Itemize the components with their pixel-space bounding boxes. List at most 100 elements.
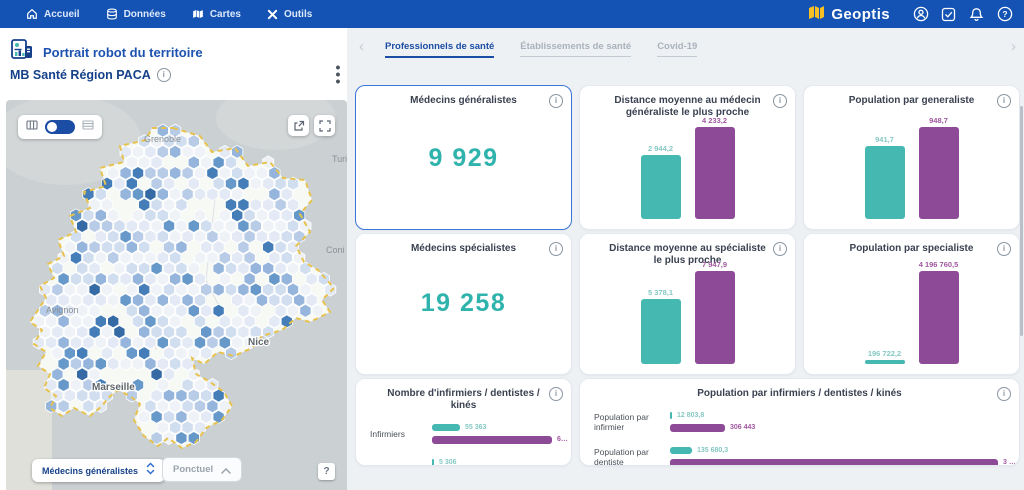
tab-professionnels-de-sante[interactable]: Professionnels de santé (385, 41, 495, 58)
top-navbar: Accueil Données Cartes Outils Geoptis ? (0, 0, 1024, 28)
map-canvas[interactable]: Grenoble Avignon Marseille Nice Turin Coni Mé… (6, 100, 347, 490)
kebab-menu-icon[interactable]: • • • (331, 60, 345, 88)
bar-teal: 196 722,2 (864, 349, 905, 364)
nav-item-accueil[interactable]: Accueil (26, 8, 80, 20)
hbar-teal (432, 424, 460, 431)
indicator-value: 9 929 (428, 144, 499, 172)
info-icon[interactable]: i (549, 387, 563, 401)
hbar-row: Infirmiers 55 363 674 633 (370, 424, 571, 444)
portrait-robot-icon (10, 38, 34, 67)
map-city-label: Turin (332, 154, 347, 164)
map-city-label: Avignon (46, 305, 78, 315)
map-city-label: Grenoble (144, 134, 181, 144)
card-title: Population par infirmiers / dentistes / … (697, 388, 902, 399)
info-icon[interactable]: i (549, 242, 563, 256)
tabs-next-chevron-icon[interactable]: › (1011, 39, 1016, 54)
map-subtitle: MB Santé Région PACA (10, 68, 151, 82)
map-view-toggle[interactable] (45, 120, 75, 134)
map-city-label: Nice (248, 337, 270, 348)
hbar-purple (670, 423, 725, 432)
chevron-up-icon (221, 461, 231, 479)
info-icon[interactable]: i (773, 242, 787, 256)
tasks-icon[interactable] (940, 6, 957, 23)
tab-covid-19[interactable]: Covid-19 (657, 41, 698, 57)
card-title: Médecins généralistes (410, 95, 517, 106)
card-title: Population par specialiste (849, 243, 974, 254)
bar-purple: 948,7 (918, 116, 959, 219)
card-medecins-specialistes[interactable]: Médecins spécialistes i 19 258 (355, 233, 572, 375)
bar-chart: 196 722,2 4 196 760,5 (804, 260, 1019, 364)
card-population-specialiste[interactable]: Population par specialiste i 196 722,2 4… (803, 233, 1020, 375)
bar-purple: 7 947,9 (694, 260, 735, 364)
map-icon (192, 8, 204, 20)
card-title: Nombre d'infirmiers / dentistes / kinés (387, 388, 540, 411)
fullscreen-button[interactable] (314, 115, 335, 136)
hbar-teal (432, 459, 434, 465)
card-distance-specialiste[interactable]: Distance moyenne au spécialiste le plus … (579, 233, 796, 375)
dashboard-panel: ‹ Professionnels de santé Établissements… (347, 28, 1024, 490)
bar-teal: 941,7 (864, 135, 905, 219)
hbar-row: Population par infirmier 12 803,8 306 44… (594, 411, 756, 432)
nav-item-outils[interactable]: Outils (267, 9, 312, 20)
mode-selector[interactable]: Ponctuel (162, 457, 243, 482)
info-icon[interactable]: i (549, 94, 563, 108)
rows-icon[interactable] (82, 118, 94, 136)
bar-chart: 5 378,1 7 947,9 (580, 260, 795, 364)
bell-icon[interactable] (968, 6, 985, 23)
nav-item-label: Accueil (44, 8, 80, 20)
card-population-generaliste[interactable]: Population par generaliste i 941,7 948,7 (803, 85, 1020, 230)
info-icon[interactable]: i (773, 94, 787, 108)
hbar-teal (670, 412, 672, 419)
tabs-prev-chevron-icon[interactable]: ‹ (359, 39, 364, 54)
bar-purple: 4 196 760,5 (918, 260, 959, 364)
info-icon[interactable]: i (156, 68, 171, 82)
home-icon (26, 8, 38, 20)
card-population-infirmiers-dentistes-kines[interactable]: Population par infirmiers / dentistes / … (579, 378, 1020, 466)
tools-icon (267, 9, 278, 20)
bar-teal: 2 944,2 (640, 144, 681, 219)
nav-item-label: Cartes (209, 8, 241, 20)
bar-chart: 941,7 948,7 (804, 116, 1019, 219)
card-title: Médecins spécialistes (410, 243, 517, 254)
columns-icon[interactable] (26, 118, 38, 136)
card-nombre-infirmiers-dentistes-kines[interactable]: Nombre d'infirmiers / dentistes / kinés … (355, 378, 572, 466)
scrollbar-thumb[interactable] (1020, 106, 1023, 336)
share-map-button[interactable] (288, 115, 309, 136)
brand-name: Geoptis (831, 5, 890, 23)
hbar-row: Dentistes 5 306 51 727 (356, 458, 571, 465)
info-icon[interactable]: i (997, 387, 1011, 401)
card-distance-generaliste[interactable]: Distance moyenne au médecin généraliste … (579, 85, 796, 230)
help-icon[interactable]: ? (996, 6, 1013, 23)
hbar-purple (432, 435, 552, 444)
hbar-row: Population par dentiste 135 680,3 3 459 … (594, 446, 1019, 466)
map-city-label: Coni (326, 245, 345, 255)
map-help-button[interactable]: ? (318, 463, 335, 480)
info-icon[interactable]: i (997, 242, 1011, 256)
geoptis-logo-icon (808, 5, 825, 24)
card-medecins-generalistes[interactable]: Médecins généralistes i 9 929 (355, 85, 572, 230)
brand-logo: Geoptis (808, 5, 890, 24)
tab-etablissements-de-sante[interactable]: Établissements de santé (520, 41, 632, 57)
page-title: Portrait robot du territoire (43, 45, 203, 60)
hbar-teal (670, 447, 692, 454)
hexbin-map: Grenoble Avignon Marseille Nice Turin Coni (6, 100, 347, 490)
nav-item-label: Outils (283, 8, 313, 20)
svg-text:?: ? (1002, 9, 1007, 19)
tab-bar: Professionnels de santé Établissements d… (385, 41, 698, 58)
bar-purple: 4 233,2 (694, 116, 735, 219)
chevron-up-down-icon (146, 461, 155, 480)
bar-chart: 2 944,2 4 233,2 (580, 116, 795, 219)
layer-selector[interactable]: Médecins généralistes (32, 459, 166, 482)
left-panel: Portrait robot du territoire MB Santé Ré… (0, 28, 347, 490)
map-city-label: Marseille (92, 382, 135, 393)
bar-teal: 5 378,1 (640, 288, 681, 364)
user-icon[interactable] (912, 6, 929, 23)
nav-item-donnees[interactable]: Données (106, 8, 166, 20)
nav-item-cartes[interactable]: Cartes (192, 8, 241, 20)
card-title: Population par generaliste (848, 95, 975, 106)
database-icon (106, 8, 118, 20)
hbar-purple (670, 458, 998, 465)
indicator-value: 19 258 (420, 289, 507, 317)
nav-item-label: Données (123, 8, 166, 20)
info-icon[interactable]: i (997, 94, 1011, 108)
